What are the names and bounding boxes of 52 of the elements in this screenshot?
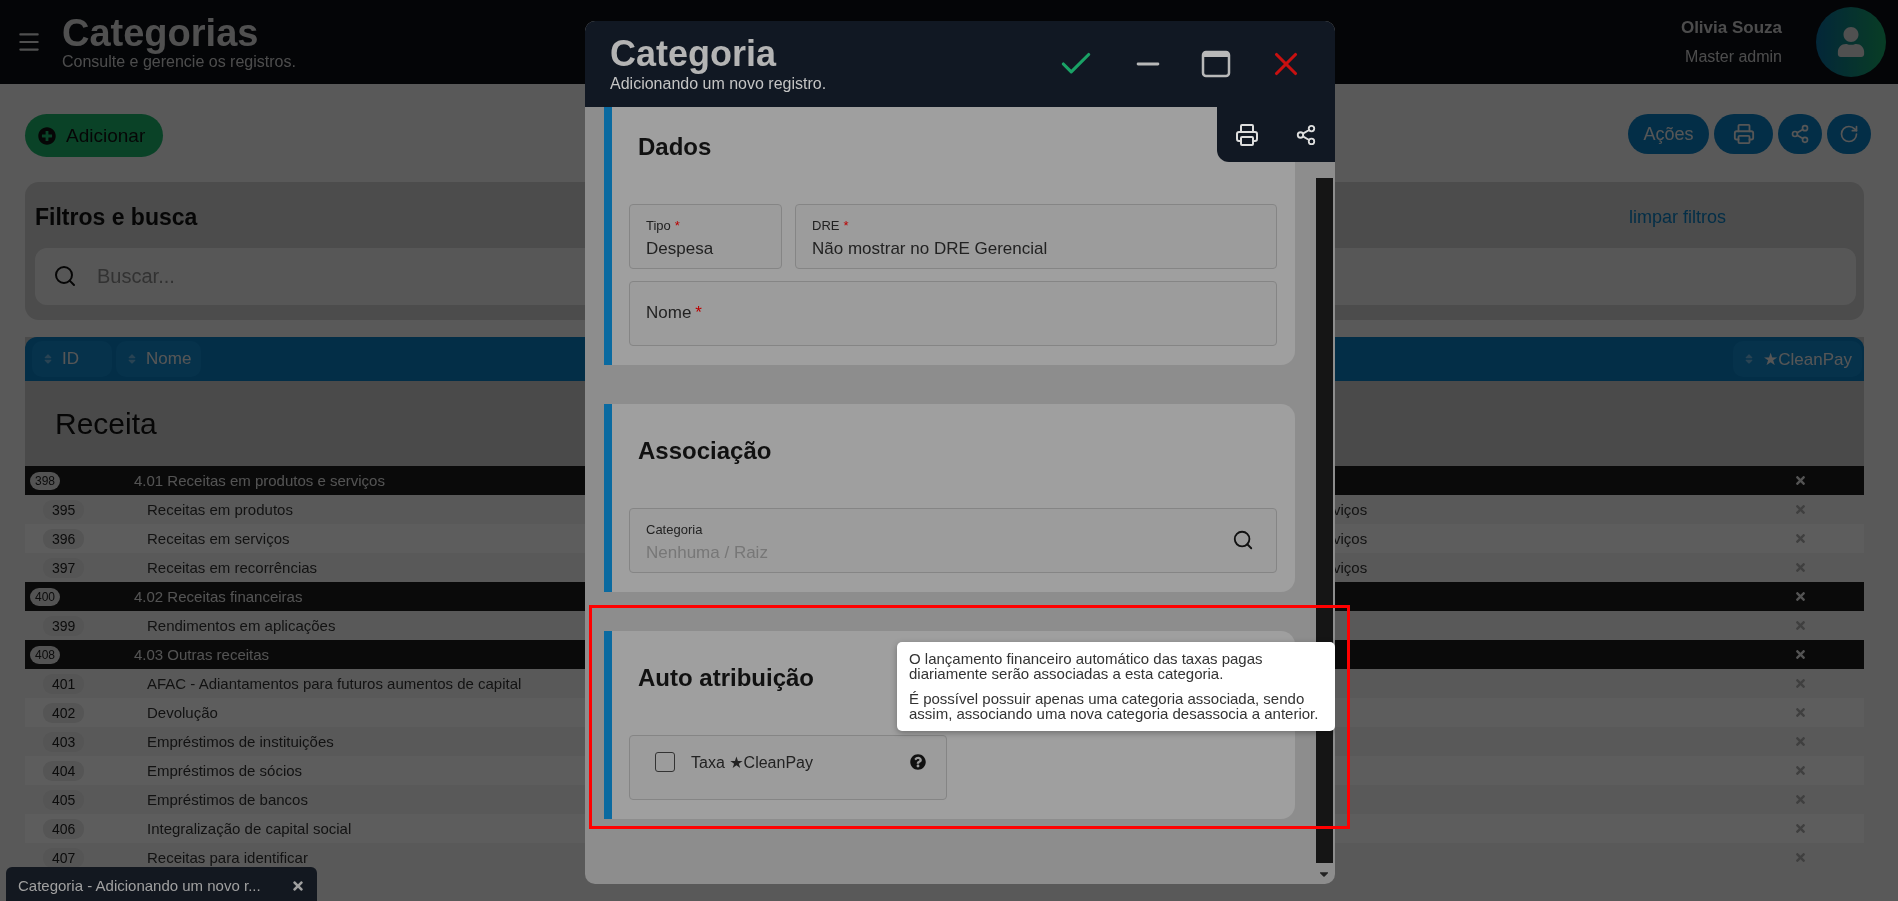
table-cell: Receitas para identificar [147,849,308,866]
id-badge: 398 [30,471,61,490]
table-cell: Rendimentos em aplicações [147,617,336,634]
section-title: Associação [638,437,772,465]
table-cell: 4.02 Receitas financeiras [134,588,303,605]
field-label: DRE * [812,218,849,233]
id-badge: 400 [30,587,61,606]
filter-title: Filtros e busca [35,203,198,231]
id-badge: 397 [43,557,85,578]
required-mark: * [843,218,849,233]
id-badge: 401 [43,673,85,694]
table-cell: Empréstimos de instituições [147,733,334,750]
table-cell: 4.01 Receitas em produtos e serviços [134,472,385,489]
dialog-title: Categoria [610,35,777,73]
page-subtitle: Consulte e gerencie os registros. [62,53,296,71]
id-badge: 407 [43,847,85,868]
table-cell: Empréstimos de bancos [147,791,308,808]
id-badge: 406 [43,818,85,839]
user-role: Master admin [1685,48,1782,66]
table-cell: AFAC - Adiantamentos para futuros aumentos de capital [147,675,522,692]
field-value: Não mostrar no DRE Gerencial [812,239,1048,259]
table-cell: Receitas em serviços [147,530,290,547]
required-mark: * [695,303,702,322]
dialog-subtitle: Adicionando um novo registro. [610,75,827,93]
page-title: Categorias [62,13,259,53]
table-cell: Integralização de capital social [147,820,352,837]
required-mark: * [674,218,680,233]
tooltip-text: É possível possuir apenas uma categoria associada, sendo assim, associando uma nova categoria desassocia a anterior. [909,691,1320,721]
user-name: Olivia Souza [1680,18,1782,38]
checkbox-label: Taxa ★CleanPay [691,752,813,772]
tooltip-text: O lançamento financeiro automático das taxas pagas diariamente serão associadas a esta categoria. [909,651,1264,681]
group-title: Receita [55,406,157,441]
field-label: Categoria [646,522,703,537]
table-cell: Devolução [147,704,218,721]
id-badge: 404 [43,760,85,781]
field-label: Tipo * [646,218,680,233]
id-badge: 396 [43,528,85,549]
table-cell: 4.03 Outras receitas [134,646,270,663]
id-badge: 405 [43,789,85,810]
section-title: Dados [638,133,712,161]
id-badge: 403 [43,731,85,752]
table-cell: Receitas em produtos [147,501,293,518]
section-title: Auto atribuição [638,664,814,692]
id-badge: 408 [30,645,61,664]
field-label: Nome * [646,303,702,323]
field-value: Despesa [646,239,714,259]
id-badge: 399 [43,615,85,636]
id-badge: 402 [43,702,85,723]
table-cell: Empréstimos de sócios [147,762,303,779]
taskbar-label: Categoria - Adicionando um novo r... [18,877,261,894]
table-cell: Receitas em recorrências [147,559,318,576]
id-badge: 395 [43,499,85,520]
